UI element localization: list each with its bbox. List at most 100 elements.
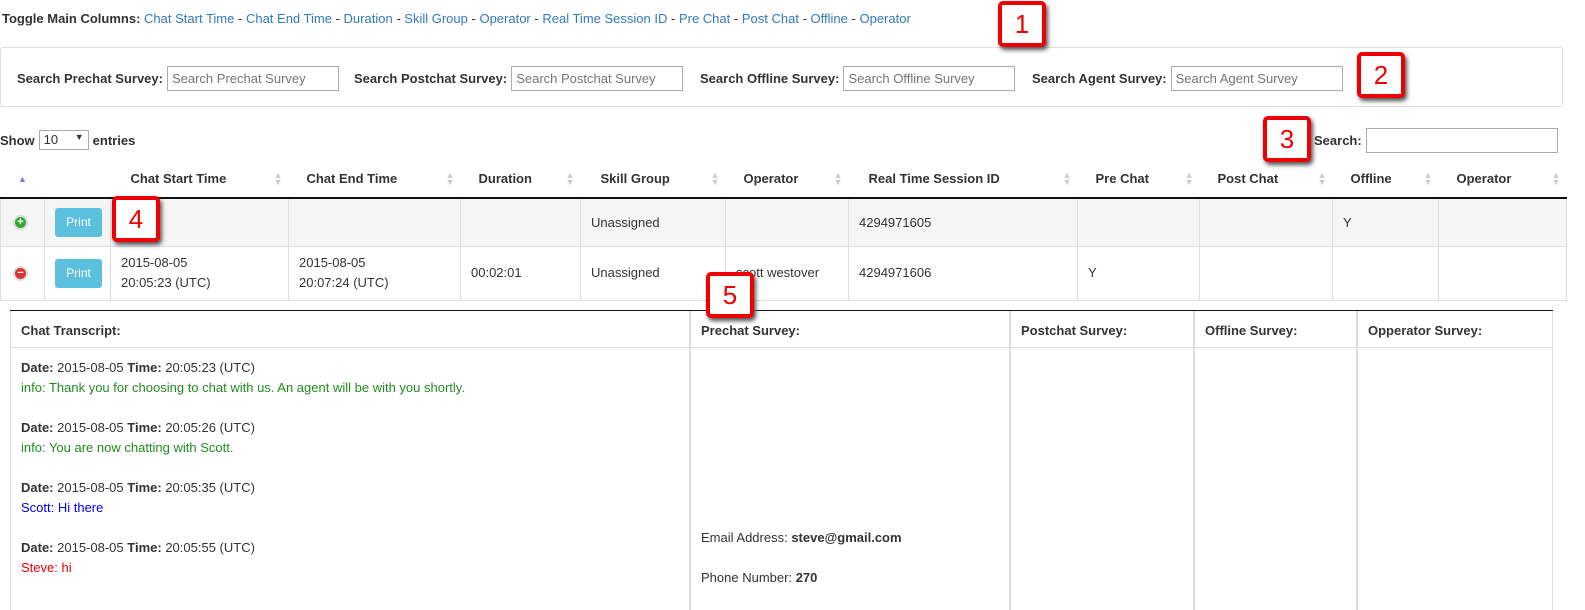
label: Show [0,132,35,148]
sort-icon: ▲ ▼ [833,170,843,187]
sort-icon: ▲ ▼ [1317,170,1327,187]
sort-asc-icon: ▲ [18,173,27,184]
transcript-header: Chat Transcript: [11,311,689,348]
phone-value: 270 [795,570,818,585]
toggle-chat-start-time[interactable]: Chat Start Time [144,11,234,26]
callout-3: 3 [1263,116,1311,162]
offline-search: Search Offline Survey: [700,66,1016,91]
time-label: Time: [127,360,162,375]
sort-icon: ▲ ▼ [273,170,283,187]
table-search: Search: [1314,128,1558,153]
cell-end: 2015-08-05 20:07:24 (UTC) [288,245,461,301]
sep: - [335,11,340,26]
toggle-duration[interactable]: Duration [344,11,393,26]
toggle-session-id[interactable]: Real Time Session ID [542,11,667,26]
offline-column: Offline Survey: [1194,311,1357,610]
prechat-search-input[interactable] [166,66,339,91]
col-post-chat[interactable]: Post Chat ▲ ▼ [1199,160,1333,199]
collapse-cell[interactable]: − [0,245,45,301]
cell-post-chat [1199,197,1333,247]
col-chat-start-time[interactable]: Chat Start Time ▲ ▼ [110,160,289,199]
print-button[interactable]: Print [55,207,102,237]
transcript-message: Date: 2015-08-05 Time: 20:05:23 (UTC) inf… [11,358,689,398]
transcript-column: Chat Transcript: Date: 2015-08-05 Time: … [10,311,690,610]
expand-plus-icon[interactable]: + [13,214,28,230]
time: 20:05:35 (UTC) [165,480,255,495]
toggle-operator[interactable]: Operator [479,11,530,26]
cell-duration: 00:02:01 [460,245,581,301]
toggle-skill-group[interactable]: Skill Group [404,11,468,26]
toggle-offline[interactable]: Offline [811,11,848,26]
cell-session-id: 4294971606 [848,245,1078,301]
cell-post-chat [1199,245,1333,301]
callout-5: 5 [706,272,754,318]
col-duration[interactable]: Duration ▲ ▼ [460,160,581,199]
col-pre-chat[interactable]: Pre Chat ▲ ▼ [1077,160,1200,199]
col-skill-group[interactable]: Skill Group ▲ ▼ [580,160,726,199]
collapse-minus-icon[interactable]: − [13,265,28,281]
operator-survey-header: Opperator Survey: [1358,311,1552,348]
date-label: Date: [21,540,54,555]
label: Real Time Session ID [868,171,1000,186]
table-row: + Print Unassigned 4294971605 Y [0,197,1567,247]
col-operator[interactable]: Operator ▲ ▼ [725,160,849,199]
time-label: Time: [127,420,162,435]
postchat-search-input[interactable] [511,66,684,91]
label: Duration [478,171,532,186]
postchat-column: Postchat Survey: [1010,311,1194,610]
cell-duration [460,197,581,247]
offline-search-input[interactable] [843,66,1016,91]
label: Email Address: [701,530,788,545]
value: 10 [43,132,59,147]
message-text: info: You are now chatting with Scott. [21,440,234,455]
date: 2015-08-05 [299,255,366,270]
callout-2: 2 [1357,52,1405,98]
cell-offline: Y [1332,197,1439,247]
sep: - [733,11,739,26]
chats-table: ▲ Chat Start Time ▲ ▼ Chat End Time ▲ ▼ Dura… [0,160,1567,301]
entries-length: Show 10 ▼ entries [0,130,135,150]
postchat-header: Postchat Survey: [1011,311,1193,348]
callout-4: 4 [112,196,160,242]
email-line: Email Address: steve@gmail.com [701,528,999,548]
col-chat-end-time[interactable]: Chat End Time ▲ ▼ [288,160,461,199]
date-label: Date: [21,420,54,435]
cell-operator-2 [1438,245,1567,301]
date: 2015-08-05 [57,420,124,435]
operator-survey-column: Opperator Survey: [1357,311,1553,610]
cell-start: 2015-08-05 20:05:23 (UTC) [110,245,289,301]
col-session-id[interactable]: Real Time Session ID ▲ ▼ [848,160,1078,199]
cell-end [288,197,461,247]
print-button[interactable]: Print [55,258,102,288]
sep: - [237,11,243,26]
sort-icon: ▲ ▼ [445,170,455,187]
toggle-chat-end-time[interactable]: Chat End Time [246,11,332,26]
search-input[interactable] [1365,128,1558,153]
label: Post Chat [1217,171,1279,186]
transcript-message: Date: 2015-08-05 Time: 20:05:26 (UTC) inf… [11,418,689,458]
toggle-post-chat[interactable]: Post Chat [742,11,799,26]
email-value: steve@gmail.com [791,530,902,545]
entries-select[interactable]: 10 ▼ [38,130,89,150]
cell-offline [1332,245,1439,301]
toggle-label: Toggle Main Columns: [2,11,141,26]
col-offline[interactable]: Offline ▲ ▼ [1332,160,1439,199]
callout-1: 1 [998,1,1046,47]
sep: - [471,11,476,26]
sort-icon: ▲ ▼ [1423,170,1433,187]
agent-search-input[interactable] [1170,66,1343,91]
label: entries [92,132,136,148]
sort-icon: ▲ ▼ [710,170,720,187]
expand-cell[interactable]: + [0,197,45,247]
prechat-content: Email Address: steve@gmail.com Phone Num… [691,348,1009,588]
toggle-operator-2[interactable]: Operator [859,11,910,26]
col-operator-2[interactable]: Operator ▲ ▼ [1438,160,1567,199]
date-label: Date: [21,480,54,495]
toggle-pre-chat[interactable]: Pre Chat [679,11,730,26]
cell-pre-chat: Y [1077,245,1200,301]
cell-skill-group: Unassigned [580,197,726,247]
sort-column[interactable]: ▲ [0,160,45,199]
label: Chat Start Time [130,171,227,186]
offline-header: Offline Survey: [1195,311,1356,348]
transcript-message: Date: 2015-08-05 Time: 20:05:35 (UTC) Sco… [11,478,689,518]
